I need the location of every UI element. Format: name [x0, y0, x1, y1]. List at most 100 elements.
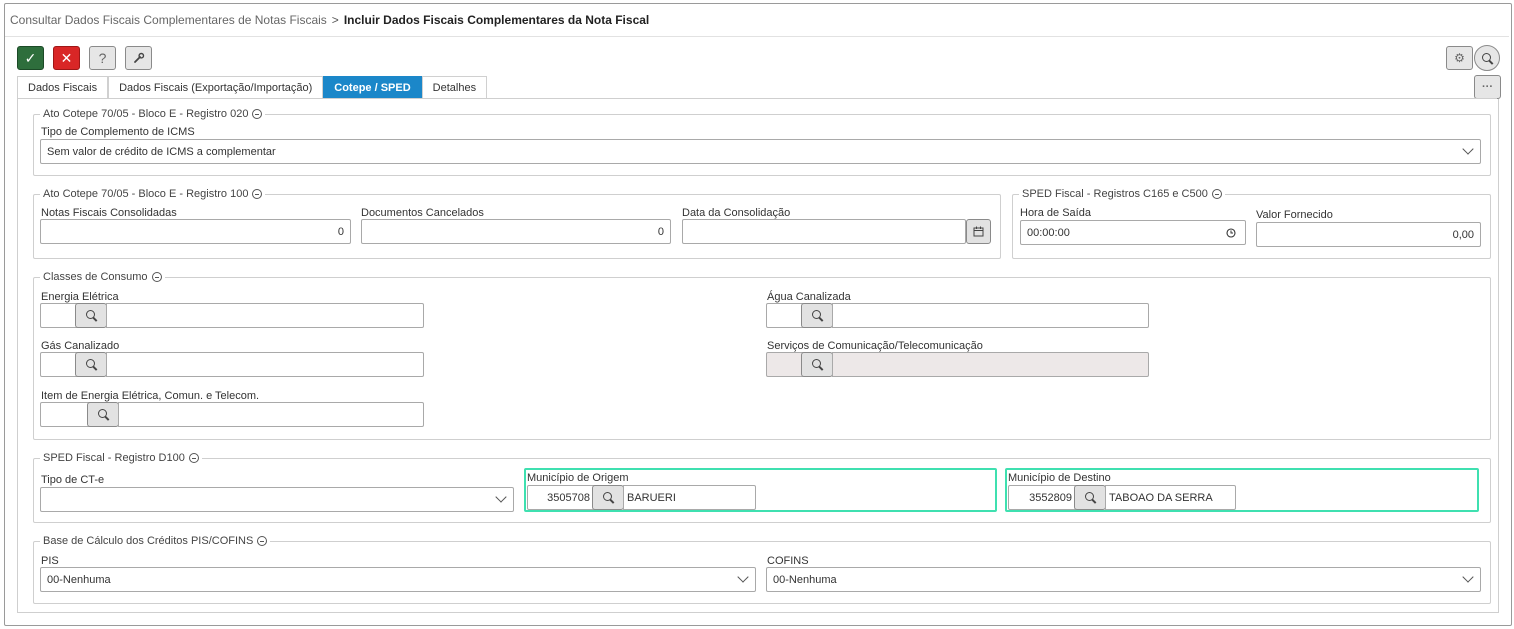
- more-options-button[interactable]: ···: [1474, 75, 1501, 99]
- tipo-cte-label: Tipo de CT-e: [41, 474, 105, 486]
- data-consolidacao-input[interactable]: [682, 219, 966, 244]
- help-button[interactable]: ?: [89, 46, 116, 70]
- item-energia-search-button[interactable]: [87, 402, 119, 427]
- tab-dados-fiscais[interactable]: Dados Fiscais: [17, 76, 109, 99]
- servicos-comunicacao-description: [832, 352, 1149, 377]
- tab-cotepe-sped[interactable]: Cotepe / SPED: [323, 76, 422, 99]
- agua-canalizada-search-button[interactable]: [801, 303, 833, 328]
- tipo-complemento-select[interactable]: Sem valor de crédito de ICMS a complemen…: [40, 139, 1481, 164]
- cofins-select[interactable]: 00-Nenhuma: [766, 567, 1481, 592]
- documentos-cancelados-input[interactable]: 0: [361, 219, 671, 244]
- check-icon: ✓: [24, 49, 37, 66]
- municipio-destino-search-button[interactable]: [1074, 485, 1106, 510]
- servicos-comunicacao-lookup: [766, 352, 1149, 377]
- item-energia-lookup: [40, 402, 424, 427]
- search-icon: [97, 409, 109, 420]
- servicos-comunicacao-code-input: [766, 352, 804, 377]
- wrench-icon: [133, 52, 144, 63]
- tools-button[interactable]: [125, 46, 152, 70]
- clock-icon: [1226, 228, 1236, 238]
- municipio-origem-name: BARUERI: [627, 491, 676, 504]
- notas-consolidadas-label: Notas Fiscais Consolidadas: [41, 207, 177, 219]
- close-icon: ✕: [60, 49, 73, 66]
- page-title: Incluir Dados Fiscais Complementares da …: [343, 13, 650, 27]
- servicos-comunicacao-search-button[interactable]: [801, 352, 833, 377]
- section-title: Ato Cotepe 70/05 - Bloco E - Registro 10…: [43, 188, 249, 200]
- documentos-cancelados-value: 0: [657, 225, 664, 238]
- hora-saida-label: Hora de Saída: [1020, 207, 1091, 219]
- valor-fornecido-value: 0,00: [1452, 228, 1474, 241]
- breadcrumb-parent[interactable]: Consultar Dados Fiscais Complementares d…: [10, 13, 327, 27]
- agua-canalizada-code-input[interactable]: [766, 303, 804, 328]
- valor-fornecido-input[interactable]: 0,00: [1256, 222, 1481, 247]
- notas-consolidadas-input[interactable]: 0: [40, 219, 351, 244]
- energia-eletrica-code-input[interactable]: [40, 303, 78, 328]
- search-icon: [811, 359, 823, 370]
- tipo-cte-select[interactable]: [40, 487, 514, 512]
- municipio-destino-label: Município de Destino: [1008, 472, 1111, 484]
- tipo-complemento-value: Sem valor de crédito de ICMS a complemen…: [47, 145, 276, 158]
- municipio-destino-name: TABOAO DA SERRA: [1109, 491, 1213, 504]
- municipio-destino-code: 3552809: [1029, 491, 1072, 504]
- section-title: Ato Cotepe 70/05 - Bloco E - Registro 02…: [43, 108, 249, 120]
- search-icon: [85, 359, 97, 370]
- municipio-origem-code-input[interactable]: 3505708: [527, 485, 595, 510]
- chevron-down-icon: [1462, 571, 1474, 583]
- collapse-icon[interactable]: [252, 109, 263, 119]
- calendar-icon: [973, 226, 984, 237]
- tab-detalhes[interactable]: Detalhes: [421, 76, 488, 99]
- breadcrumb-separator: >: [331, 13, 339, 27]
- collapse-icon[interactable]: [188, 453, 199, 463]
- section-title: Base de Cálculo dos Créditos PIS/COFINS: [43, 535, 254, 547]
- chevron-down-icon: [1462, 143, 1474, 155]
- header-divider: [5, 36, 1509, 37]
- hora-saida-input[interactable]: 00:00:00: [1020, 220, 1246, 245]
- collapse-icon[interactable]: [1211, 189, 1222, 199]
- municipio-destino-description: TABOAO DA SERRA: [1105, 485, 1236, 510]
- collapse-icon[interactable]: [252, 189, 263, 199]
- collapse-icon[interactable]: [257, 536, 268, 546]
- confirm-button[interactable]: ✓: [17, 46, 44, 70]
- municipio-origem-description: BARUERI: [623, 485, 756, 510]
- energia-eletrica-description: [106, 303, 424, 328]
- hora-saida-value: 00:00:00: [1027, 226, 1070, 239]
- more-icon: ···: [1482, 81, 1493, 93]
- municipio-origem-code: 3505708: [547, 491, 590, 504]
- item-energia-description: [118, 402, 424, 427]
- pis-select[interactable]: 00-Nenhuma: [40, 567, 756, 592]
- agua-canalizada-label: Água Canalizada: [767, 291, 851, 303]
- municipio-destino-code-input[interactable]: 3552809: [1008, 485, 1077, 510]
- municipio-origem-lookup: 3505708 BARUERI: [527, 485, 756, 510]
- collapse-icon[interactable]: [151, 272, 162, 282]
- chevron-down-icon: [737, 571, 749, 583]
- pis-label: PIS: [41, 555, 59, 567]
- search-icon: [602, 492, 614, 503]
- search-icon: [85, 310, 97, 321]
- section-title: Classes de Consumo: [43, 271, 148, 283]
- gas-canalizado-description: [106, 352, 424, 377]
- item-energia-code-input[interactable]: [40, 402, 90, 427]
- notas-consolidadas-value: 0: [337, 225, 344, 238]
- calendar-button[interactable]: [966, 219, 991, 244]
- agua-canalizada-description: [832, 303, 1149, 328]
- agua-canalizada-lookup: [766, 303, 1149, 328]
- gas-canalizado-label: Gás Canalizado: [41, 340, 120, 352]
- cofins-value: 00-Nenhuma: [773, 573, 837, 586]
- valor-fornecido-label: Valor Fornecido: [1256, 209, 1333, 221]
- energia-eletrica-search-button[interactable]: [75, 303, 107, 328]
- search-icon: [1481, 52, 1493, 64]
- help-icon: ?: [98, 50, 107, 66]
- data-consolidacao-label: Data da Consolidação: [682, 207, 791, 219]
- municipio-origem-search-button[interactable]: [592, 485, 624, 510]
- search-button[interactable]: [1474, 45, 1500, 71]
- settings-button[interactable]: ⚙: [1446, 46, 1473, 70]
- tipo-complemento-label: Tipo de Complemento de ICMS: [41, 126, 195, 138]
- gas-canalizado-search-button[interactable]: [75, 352, 107, 377]
- energia-eletrica-label: Energia Elétrica: [41, 291, 119, 303]
- cofins-label: COFINS: [767, 555, 809, 567]
- search-icon: [1084, 492, 1096, 503]
- cancel-button[interactable]: ✕: [53, 46, 80, 70]
- gas-canalizado-code-input[interactable]: [40, 352, 78, 377]
- tab-dados-fiscais-exportacao[interactable]: Dados Fiscais (Exportação/Importação): [108, 76, 324, 99]
- section-title: SPED Fiscal - Registros C165 e C500: [1022, 188, 1208, 200]
